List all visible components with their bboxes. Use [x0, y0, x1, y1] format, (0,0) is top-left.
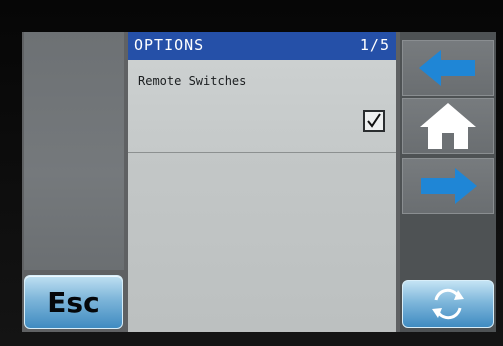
home-button[interactable]: [402, 98, 494, 154]
refresh-icon: [432, 288, 464, 320]
left-panel: [24, 32, 124, 270]
options-header: OPTIONS 1/5: [128, 32, 396, 60]
back-button[interactable]: [402, 40, 494, 96]
checkmark-icon: [367, 113, 381, 128]
page-indicator: 1/5: [359, 36, 390, 54]
option-row-remote-switches[interactable]: Remote Switches: [128, 60, 396, 153]
arrow-left-icon: [419, 50, 475, 86]
esc-button-label: Esc: [47, 285, 100, 319]
options-panel: OPTIONS 1/5 Remote Switches: [128, 32, 396, 332]
page-title: OPTIONS: [134, 36, 205, 54]
refresh-button[interactable]: [402, 280, 494, 328]
option-label: Remote Switches: [138, 74, 247, 88]
remote-switches-checkbox[interactable]: [363, 110, 385, 132]
home-icon: [420, 103, 476, 149]
arrow-right-icon: [421, 168, 477, 204]
options-empty-area: [128, 153, 396, 332]
esc-button[interactable]: Esc: [24, 275, 123, 329]
forward-button[interactable]: [402, 158, 494, 214]
